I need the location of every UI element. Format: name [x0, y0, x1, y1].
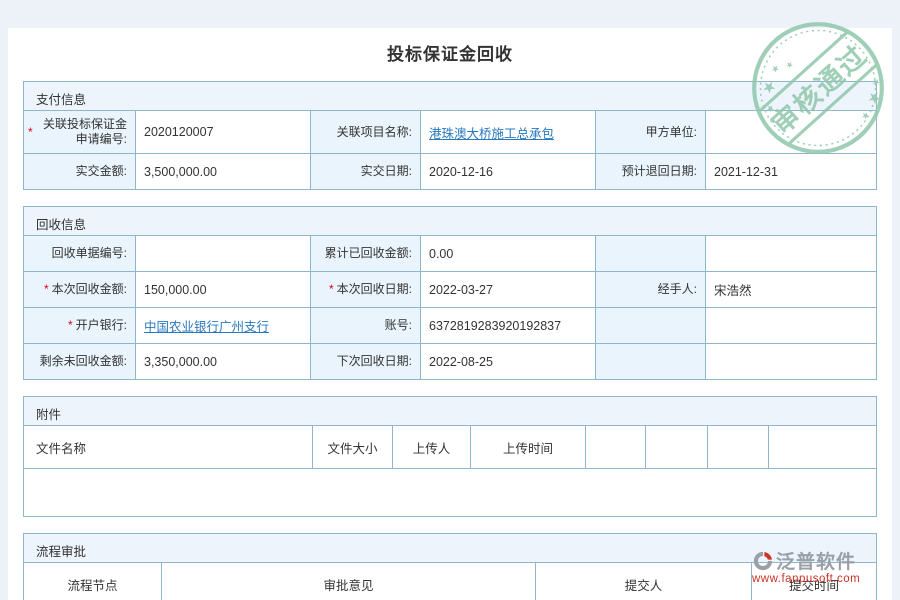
field-value — [706, 307, 876, 343]
field-value: 2022-08-25 — [421, 343, 596, 379]
field-value: 3,350,000.00 — [136, 343, 311, 379]
column-header: 审批意见 — [162, 562, 536, 600]
section-header-attachments: 附件 — [24, 397, 876, 425]
field-value — [706, 235, 876, 271]
approval-table: 流程审批 流程节点审批意见提交人提交时间 — [23, 533, 877, 600]
field-value: 6372819283920192837 — [421, 307, 596, 343]
section-header-approval: 流程审批 — [24, 534, 876, 562]
required-asterisk: * — [28, 125, 33, 140]
field-label: 下次回收日期: — [311, 343, 421, 379]
attachments-empty-body — [24, 468, 876, 516]
field-label: 回收单据编号: — [24, 235, 136, 271]
required-asterisk: * — [44, 282, 49, 297]
column-header — [646, 425, 708, 468]
attachments-header-row: 文件名称文件大小上传人上传时间 — [24, 425, 876, 468]
field-label: 经手人: — [596, 271, 706, 307]
field-label — [596, 343, 706, 379]
field-label: 甲方单位: — [596, 110, 706, 153]
field-value: 2021-12-31 — [706, 153, 876, 189]
field-value: 2022-03-27 — [421, 271, 596, 307]
section-header-recovery: 回收信息 — [24, 207, 876, 235]
column-header: 提交时间 — [752, 562, 876, 600]
section-header-payment: 支付信息 — [24, 82, 876, 110]
form-content-area: 投标保证金回收 支付信息 *关联投标保证金申请编号:2020120007关联项目… — [8, 28, 892, 600]
field-label: 实交金额: — [24, 153, 136, 189]
field-label: *开户银行: — [24, 307, 136, 343]
field-value: 港珠澳大桥施工总承包 — [421, 110, 596, 153]
field-label: 账号: — [311, 307, 421, 343]
field-value: 宋浩然 — [706, 271, 876, 307]
approval-header-row: 流程节点审批意见提交人提交时间 — [24, 562, 876, 600]
column-header — [769, 425, 876, 468]
field-value: 2020120007 — [136, 110, 311, 153]
field-value: 2020-12-16 — [421, 153, 596, 189]
field-label — [596, 235, 706, 271]
field-label: 累计已回收金额: — [311, 235, 421, 271]
payment-info-grid: *关联投标保证金申请编号:2020120007关联项目名称: 港珠澳大桥施工总承包… — [24, 110, 876, 189]
attachments-table: 附件 文件名称文件大小上传人上传时间 — [23, 396, 877, 517]
field-value — [136, 235, 311, 271]
field-label: 实交日期: — [311, 153, 421, 189]
field-value — [706, 110, 876, 153]
field-value: 3,500,000.00 — [136, 153, 311, 189]
field-value: 150,000.00 — [136, 271, 311, 307]
field-value: 0.00 — [421, 235, 596, 271]
column-header: 上传人 — [393, 425, 471, 468]
field-label: 预计退回日期: — [596, 153, 706, 189]
recovery-info-table: 回收信息 回收单据编号: 累计已回收金额:0.00 *本次回收金额:150,000.… — [23, 206, 877, 380]
field-value-link[interactable]: 港珠澳大桥施工总承包 — [429, 123, 554, 142]
column-header — [586, 425, 646, 468]
required-asterisk: * — [329, 282, 334, 297]
field-label: *本次回收金额: — [24, 271, 136, 307]
column-header: 文件大小 — [313, 425, 393, 468]
field-value: 中国农业银行广州支行 — [136, 307, 311, 343]
column-header: 提交人 — [536, 562, 752, 600]
field-label: *关联投标保证金申请编号: — [24, 110, 136, 153]
field-value — [706, 343, 876, 379]
page-background: { "page": { "title": "投标保证金回收" }, "stamp… — [0, 0, 900, 600]
recovery-info-grid: 回收单据编号: 累计已回收金额:0.00 *本次回收金额:150,000.00*本次… — [24, 235, 876, 379]
field-label — [596, 307, 706, 343]
column-header: 文件名称 — [24, 425, 313, 468]
required-asterisk: * — [68, 318, 73, 333]
field-value-link[interactable]: 中国农业银行广州支行 — [144, 316, 269, 335]
column-header — [708, 425, 769, 468]
column-header: 上传时间 — [471, 425, 586, 468]
field-label: *本次回收日期: — [311, 271, 421, 307]
page-title: 投标保证金回收 — [8, 28, 892, 81]
payment-info-table: 支付信息 *关联投标保证金申请编号:2020120007关联项目名称: 港珠澳大桥… — [23, 81, 877, 190]
column-header: 流程节点 — [24, 562, 162, 600]
field-label: 关联项目名称: — [311, 110, 421, 153]
field-label: 剩余未回收金额: — [24, 343, 136, 379]
